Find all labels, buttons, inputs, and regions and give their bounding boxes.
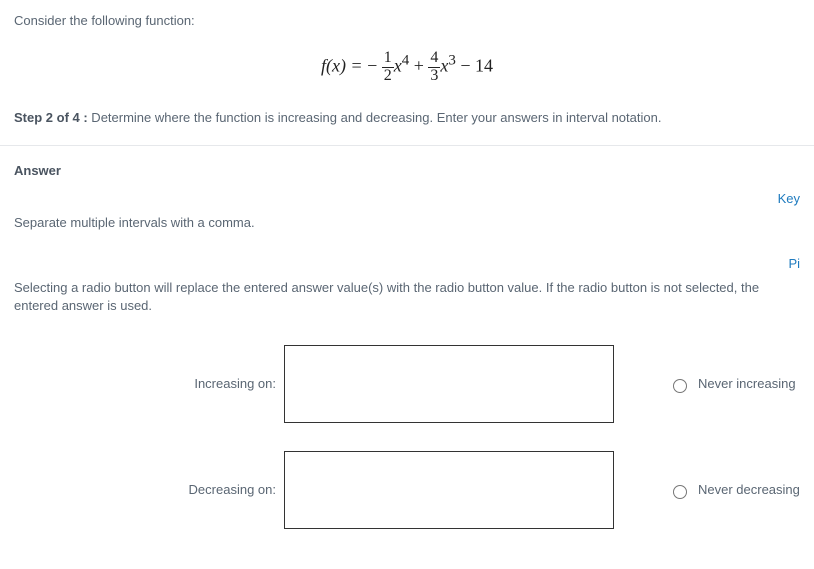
equation-display: f(x) = − 1 2 x4 + 4 3 x3 − 14 bbox=[14, 50, 800, 85]
pi-link[interactable]: Pi bbox=[14, 255, 800, 273]
never-decreasing-label: Never decreasing bbox=[698, 481, 800, 499]
equation-lhs: f(x) = bbox=[321, 56, 367, 76]
divider bbox=[0, 145, 814, 146]
decreasing-row: Decreasing on: Never decreasing bbox=[14, 451, 800, 529]
term2-fraction: 4 3 bbox=[428, 50, 440, 85]
never-decreasing-option[interactable]: Never decreasing bbox=[668, 481, 800, 499]
never-increasing-option[interactable]: Never increasing bbox=[668, 375, 796, 393]
question-intro: Consider the following function: bbox=[14, 12, 800, 30]
increasing-row: Increasing on: Never increasing bbox=[14, 345, 800, 423]
interval-hint: Separate multiple intervals with a comma… bbox=[14, 214, 800, 232]
step-text: Determine where the function is increasi… bbox=[88, 110, 662, 125]
increasing-input[interactable] bbox=[284, 345, 614, 423]
key-link[interactable]: Key bbox=[14, 190, 800, 208]
term1-fraction: 1 2 bbox=[382, 50, 394, 85]
step-label: Step 2 of 4 : bbox=[14, 110, 88, 125]
term1-sign: − bbox=[367, 56, 377, 76]
answer-heading: Answer bbox=[14, 162, 800, 180]
increasing-label: Increasing on: bbox=[14, 375, 284, 393]
step-instruction: Step 2 of 4 : Determine where the functi… bbox=[14, 109, 800, 127]
radio-hint: Selecting a radio button will replace th… bbox=[14, 279, 800, 315]
decreasing-label: Decreasing on: bbox=[14, 481, 284, 499]
never-decreasing-radio[interactable] bbox=[673, 485, 687, 499]
decreasing-input[interactable] bbox=[284, 451, 614, 529]
never-increasing-radio[interactable] bbox=[673, 379, 687, 393]
never-increasing-label: Never increasing bbox=[698, 375, 796, 393]
